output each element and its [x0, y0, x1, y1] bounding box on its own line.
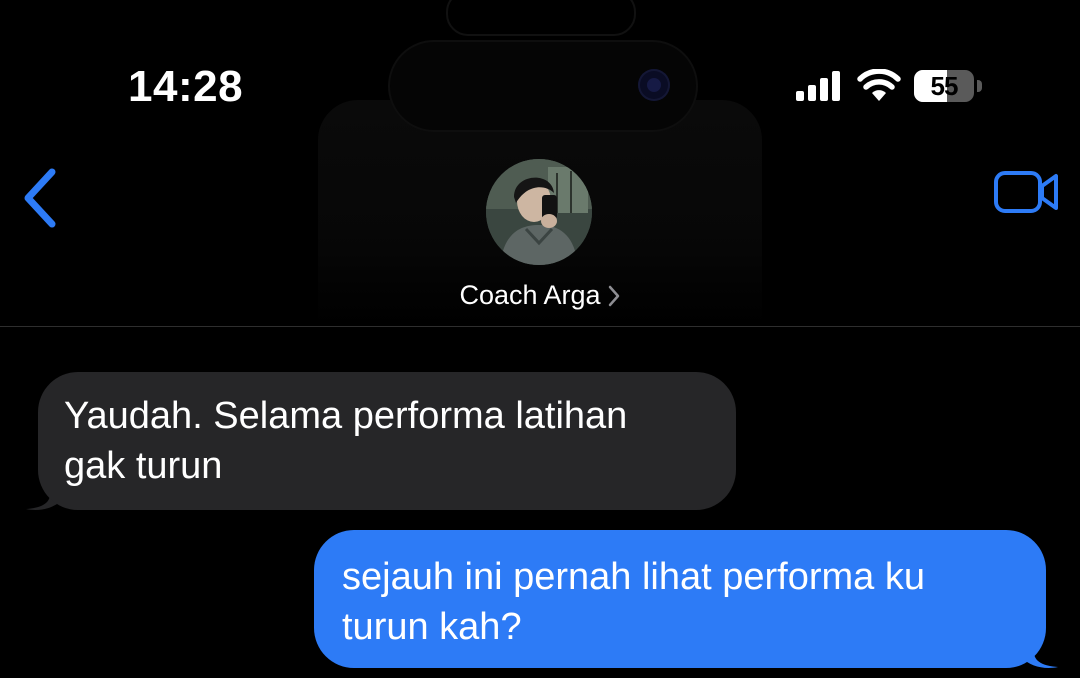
- front-camera-icon: [638, 69, 670, 101]
- outgoing-message-bubble[interactable]: sejauh ini pernah lihat performa ku turu…: [314, 530, 1046, 668]
- wifi-icon: [857, 69, 901, 101]
- sensor-housing: [446, 0, 636, 36]
- avatar-photo: [486, 159, 592, 265]
- video-call-icon[interactable]: [993, 168, 1061, 216]
- message-line: sejauh ini pernah lihat performa ku: [342, 556, 926, 598]
- contact-name: Coach Arga: [459, 280, 601, 310]
- messages-screen: 14:28 55 Coach Arga Yaudah. Selama perfo…: [0, 0, 1080, 678]
- message-line: gak turun: [64, 445, 223, 487]
- avatar[interactable]: [486, 159, 592, 265]
- header-divider: [0, 326, 1080, 327]
- battery-level: 55: [930, 71, 959, 101]
- message-line: Yaudah. Selama performa latihan: [64, 395, 628, 437]
- status-time: 14:28: [128, 62, 244, 111]
- contact-name-button[interactable]: Coach Arga: [380, 280, 700, 320]
- back-chevron-icon[interactable]: [18, 166, 62, 230]
- incoming-message-bubble[interactable]: Yaudah. Selama performa latihan gak turu…: [38, 372, 736, 510]
- signal-icon: [796, 71, 840, 101]
- battery-icon: 55: [914, 70, 982, 102]
- message-line: turun kah?: [342, 606, 522, 648]
- chevron-right-icon: [608, 285, 619, 306]
